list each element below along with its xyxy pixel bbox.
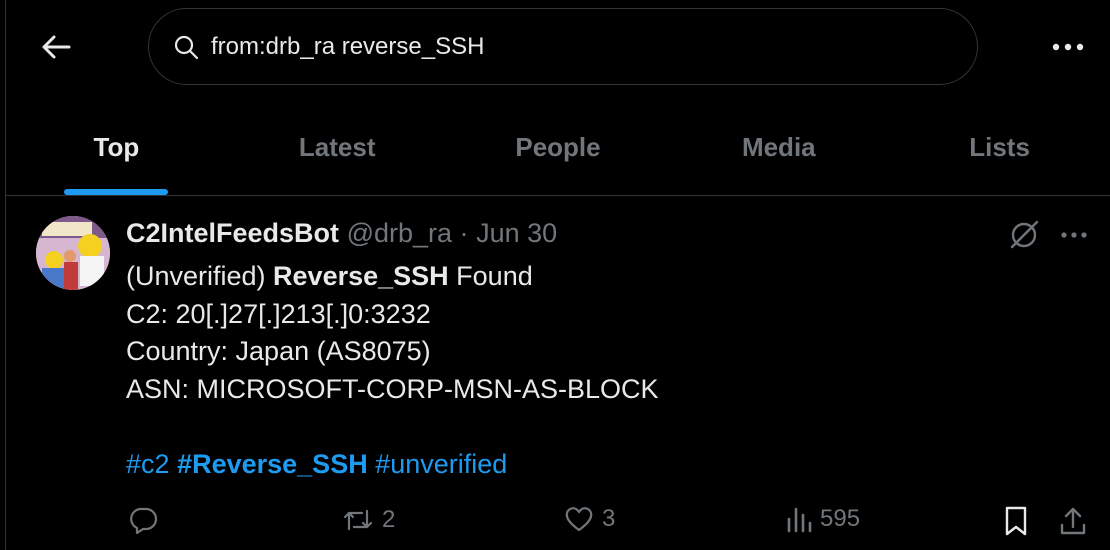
hashtag-link[interactable]: #c2 xyxy=(126,449,170,479)
reply-icon xyxy=(130,507,158,535)
tweet-line: ASN: MICROSOFT-CORP-MSN-AS-BLOCK xyxy=(126,373,659,404)
search-icon xyxy=(173,33,201,61)
views-button[interactable]: 595 xyxy=(786,505,860,533)
back-button[interactable] xyxy=(36,27,76,67)
analytics-icon xyxy=(787,507,812,533)
tab-latest[interactable]: Latest xyxy=(227,100,448,195)
tweet-text-segment: (Unverified) xyxy=(126,261,274,291)
grok-icon xyxy=(1010,220,1039,249)
like-button[interactable]: 3 xyxy=(564,505,615,533)
tab-label: Lists xyxy=(969,132,1030,162)
tweet-text: (Unverified) Reverse_SSH Found C2: 20[.]… xyxy=(126,258,659,483)
like-count: 3 xyxy=(602,505,616,532)
search-input[interactable] xyxy=(209,31,933,62)
tab-media[interactable]: Media xyxy=(668,100,889,195)
search-box[interactable] xyxy=(148,8,978,85)
bookmark-icon xyxy=(1005,506,1027,536)
view-count: 595 xyxy=(820,505,861,532)
highlighted-term: Reverse_SSH xyxy=(273,261,449,291)
search-tabs: Top Latest People Media Lists xyxy=(6,100,1110,196)
tweet-line: Country: Japan (AS8075) xyxy=(126,336,431,366)
active-tab-indicator xyxy=(64,189,169,195)
arrow-left-icon xyxy=(42,35,71,59)
tab-top[interactable]: Top xyxy=(6,100,227,195)
heart-icon xyxy=(565,507,593,532)
bookmark-button[interactable] xyxy=(1002,505,1030,537)
repost-button[interactable]: 2 xyxy=(342,505,395,535)
hashtag-link[interactable]: #Reverse_SSH xyxy=(177,449,368,479)
column-border xyxy=(5,0,6,550)
more-options-button[interactable] xyxy=(1046,27,1090,67)
grok-button[interactable] xyxy=(1006,217,1042,253)
hashtag-line: #c2 #Reverse_SSH #unverified xyxy=(126,446,659,484)
repost-icon xyxy=(343,509,373,531)
tweet-text-segment: Found xyxy=(448,261,533,291)
tab-label: Top xyxy=(93,132,140,162)
tab-label: People xyxy=(515,132,601,162)
tweet-line: (Unverified) Reverse_SSH Found xyxy=(126,258,659,296)
tab-lists[interactable]: Lists xyxy=(889,100,1110,195)
separator-dot: · xyxy=(459,218,469,248)
repost-count: 2 xyxy=(382,506,396,533)
tab-label: Latest xyxy=(298,132,376,162)
share-button[interactable] xyxy=(1058,505,1088,537)
reply-button[interactable] xyxy=(128,505,166,535)
tweet-line: C2: 20[.]27[.]213[.]0:3232 xyxy=(126,298,431,329)
tab-people[interactable]: People xyxy=(448,100,669,195)
tweet-header: C2IntelFeedsBot @drb_ra · Jun 30 xyxy=(126,218,557,249)
tab-label: Media xyxy=(741,132,816,162)
avatar[interactable] xyxy=(36,216,110,290)
tweet-actions: 2 3 595 xyxy=(0,502,1110,542)
author-handle[interactable]: @drb_ra xyxy=(347,218,452,248)
hashtag-link[interactable]: #unverified xyxy=(375,449,507,479)
share-icon xyxy=(1060,507,1086,535)
more-horizontal-icon xyxy=(1061,232,1087,238)
tweet-date[interactable]: Jun 30 xyxy=(476,218,557,248)
tweet-more-button[interactable] xyxy=(1056,220,1092,250)
more-horizontal-icon xyxy=(1052,43,1084,51)
author-name[interactable]: C2IntelFeedsBot xyxy=(126,218,339,248)
